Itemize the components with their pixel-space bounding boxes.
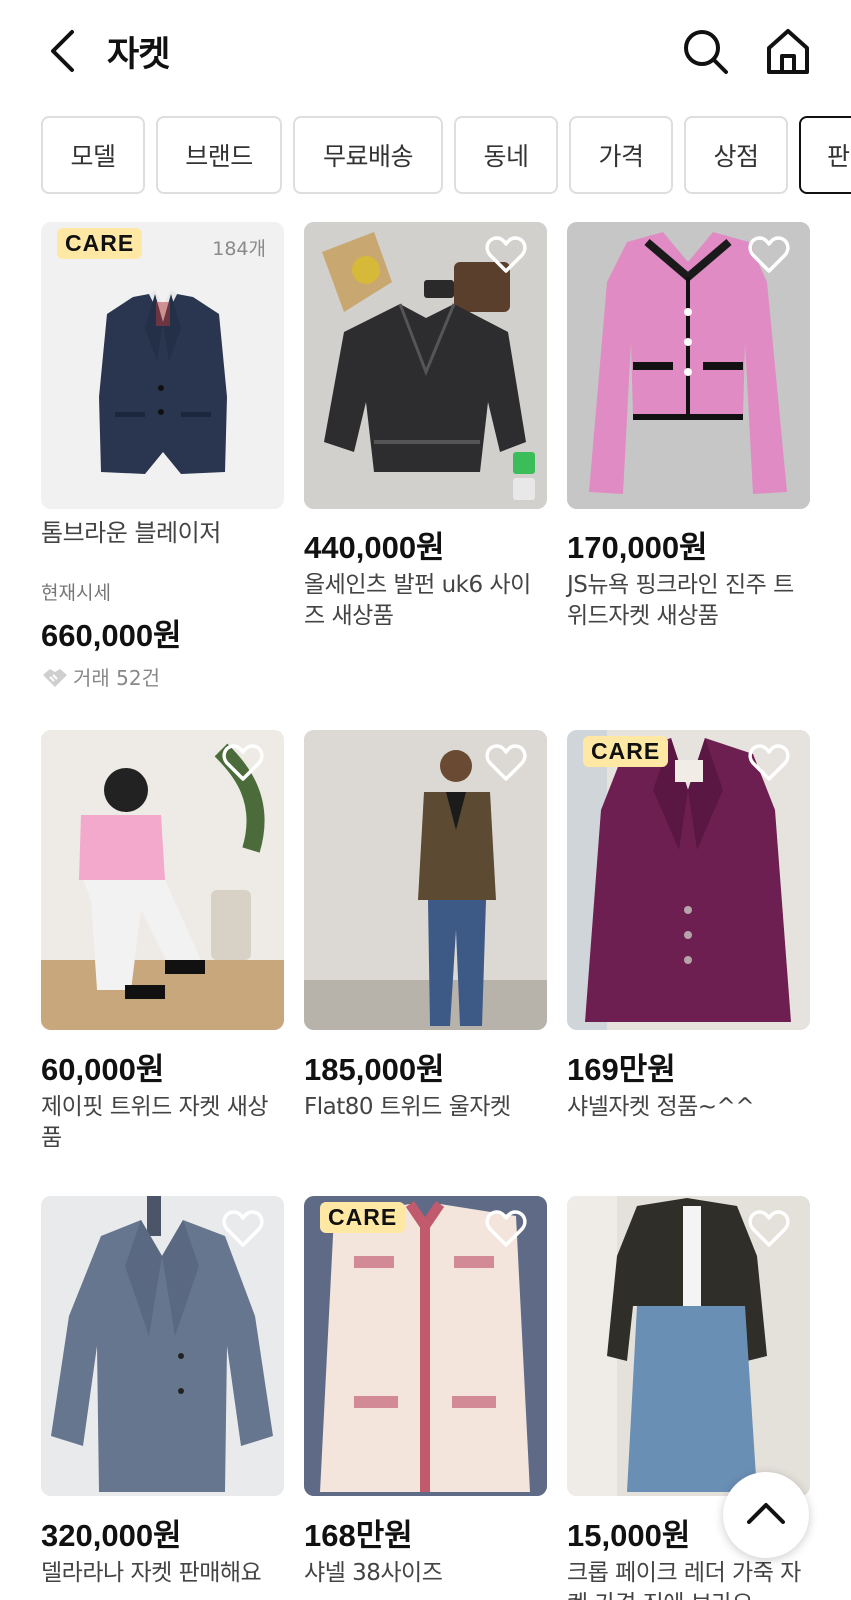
product-card[interactable]: CARE 169만원 샤넬자켓 정품~^^ [567,730,810,1150]
chevron-up-icon [747,1503,785,1524]
chevron-left-icon [51,30,74,72]
product-image [41,1196,284,1496]
product-name: 샤넬 38사이즈 [304,1560,443,1586]
filter-chip-neighborhood[interactable]: 동네 [454,116,558,194]
search-button[interactable] [682,28,730,76]
heart-icon [485,236,527,273]
model-name: 톰브라운 블레이저 [41,519,221,547]
heart-icon [748,236,790,273]
product-card[interactable]: 170,000원 JS뉴욕 핑크라인 진주 트위드자켓 새상품 [567,222,810,642]
product-image [41,730,284,1030]
handshake-icon [43,668,67,687]
trade-count: 거래 52건 [41,662,160,691]
product-image: CARE [567,730,810,1030]
product-image [567,1196,810,1496]
product-name: 크롭 페이크 레더 가죽 자켓 가격 진에 보라요 [567,1560,801,1600]
like-button[interactable] [222,1210,264,1248]
product-price: 15,000원 [567,1518,691,1553]
product-image [304,730,547,1030]
product-price: 168만원 [304,1518,413,1553]
filter-chip-bar[interactable]: 모델 브랜드 무료배송 동네 가격 상점 판 [41,116,851,194]
home-icon [767,29,809,74]
market-price: 660,000원 [41,618,182,653]
page-title: 자켓 [107,35,170,75]
care-badge: CARE [583,736,669,767]
like-button[interactable] [485,236,527,274]
product-name: 샤넬자켓 정품~^^ [567,1094,755,1120]
product-name: 제이핏 트위드 자켓 새상품 [41,1094,269,1151]
heart-icon [748,744,790,781]
like-button[interactable] [485,1210,527,1248]
like-button[interactable] [748,744,790,782]
product-card[interactable]: CARE 168만원 샤넬 38사이즈 [304,1196,547,1600]
heart-icon [485,744,527,781]
top-app-bar: 자켓 [0,0,851,104]
heart-icon [222,1210,264,1247]
product-price: 185,000원 [304,1052,445,1087]
product-image [304,222,547,509]
heart-icon [485,1210,527,1247]
product-image: CARE 184개 [41,222,284,509]
trade-count-label: 거래 52건 [73,666,161,690]
product-card[interactable]: 440,000원 올세인츠 발펀 uk6 사이즈 새상품 [304,222,547,642]
product-card[interactable]: 185,000원 Flat80 트위드 울자켓 [304,730,547,1150]
product-price: 170,000원 [567,530,708,565]
like-button[interactable] [222,744,264,782]
search-icon [684,30,728,74]
back-button[interactable] [44,28,84,74]
scroll-to-top-button[interactable] [723,1472,809,1558]
filter-chip-brand[interactable]: 브랜드 [156,116,282,194]
filter-chip-free-shipping[interactable]: 무료배송 [293,116,443,194]
like-button[interactable] [485,744,527,782]
filter-chip-store[interactable]: 상점 [684,116,788,194]
product-card[interactable]: 60,000원 제이핏 트위드 자켓 새상품 [41,730,284,1151]
listing-count: 184개 [212,238,266,260]
product-price: 169만원 [567,1052,676,1087]
care-badge: CARE [320,1202,406,1233]
product-name: 델라라나 자켓 판매해요 [41,1560,262,1586]
product-image: CARE [304,1196,547,1496]
care-badge: CARE [57,228,143,259]
like-button[interactable] [748,1210,790,1248]
filter-chip-partial[interactable]: 판 [799,116,851,194]
product-name: JS뉴욕 핑크라인 진주 트위드자켓 새상품 [567,572,794,629]
home-button[interactable] [764,26,812,76]
market-price-label: 현재시세 [41,582,111,604]
navy-blazer-illustration [99,290,227,474]
product-name: Flat80 트위드 울자켓 [304,1094,511,1120]
filter-chip-model[interactable]: 모델 [41,116,145,194]
product-price: 440,000원 [304,530,445,565]
heart-icon [748,1210,790,1247]
product-price: 60,000원 [41,1052,165,1087]
heart-icon [222,744,264,781]
product-price: 320,000원 [41,1518,182,1553]
product-card[interactable]: 320,000원 델라라나 자켓 판매해요 [41,1196,284,1600]
product-name: 올세인츠 발펀 uk6 사이즈 새상품 [304,572,531,629]
product-image [567,222,810,509]
featured-model-card[interactable]: CARE 184개 톰브라운 블레이저 현재시세 660,000원 거래 52건 [41,222,284,692]
like-button[interactable] [748,236,790,274]
filter-chip-price[interactable]: 가격 [569,116,673,194]
